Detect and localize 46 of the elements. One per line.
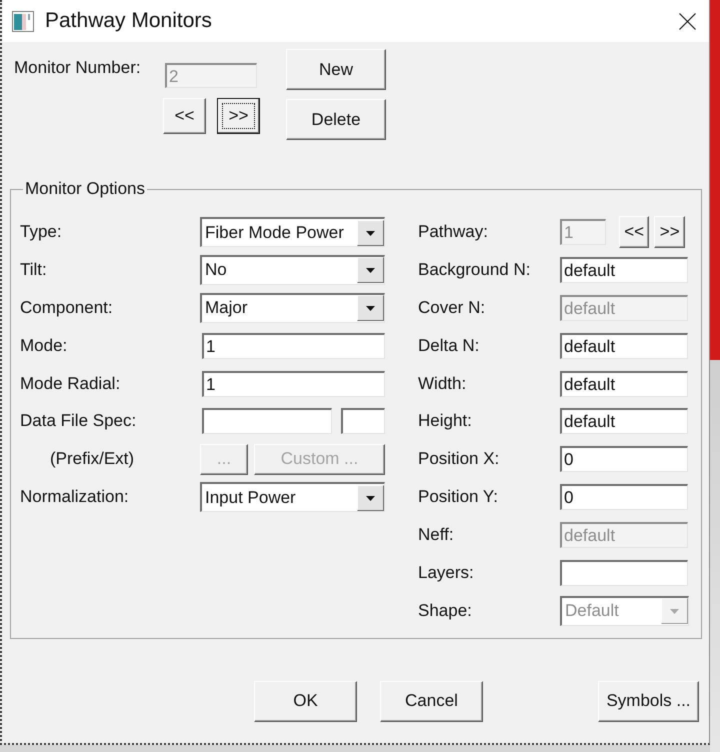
dropdown-arrow-icon[interactable] bbox=[357, 295, 384, 322]
window-title: Pathway Monitors bbox=[45, 9, 212, 33]
dropdown[interactable]: No bbox=[200, 254, 385, 285]
field-label: Tilt: bbox=[20, 260, 47, 280]
text-field[interactable]: 1 bbox=[202, 332, 385, 359]
field-label: Shape: bbox=[418, 600, 472, 621]
symbols-button[interactable]: Symbols ... bbox=[598, 680, 699, 722]
field-label: Monitor Number: bbox=[14, 58, 141, 78]
group-title: Monitor Options bbox=[24, 179, 146, 199]
text-field[interactable]: 0 bbox=[560, 484, 688, 510]
field-label: Delta N: bbox=[418, 336, 480, 356]
field-label: Height: bbox=[418, 411, 472, 432]
cancel-button[interactable]: Cancel bbox=[380, 680, 483, 722]
text-field[interactable]: 1 bbox=[202, 370, 385, 397]
text-field[interactable]: default bbox=[560, 408, 688, 434]
field-label: Position Y: bbox=[418, 487, 498, 508]
field-label: Type: bbox=[20, 222, 62, 242]
text-field[interactable]: default bbox=[560, 256, 688, 283]
field-label: (Prefix/Ext) bbox=[50, 449, 134, 470]
field-label: Layers: bbox=[418, 563, 474, 584]
text-field[interactable]: default bbox=[560, 370, 688, 397]
dropdown[interactable]: Major bbox=[200, 292, 385, 323]
field-label: Cover N: bbox=[418, 298, 486, 318]
field-label: Width: bbox=[418, 374, 466, 394]
dropdown-arrow-icon[interactable] bbox=[357, 257, 384, 284]
field-label: Position X: bbox=[418, 449, 500, 470]
dropdown-arrow-icon[interactable] bbox=[357, 484, 384, 511]
field-label: Data File Spec: bbox=[20, 411, 136, 432]
dropdown[interactable]: Input Power bbox=[200, 482, 385, 512]
field-label: Mode Radial: bbox=[20, 374, 120, 394]
text-field[interactable]: default bbox=[560, 332, 688, 359]
field-label: Pathway: bbox=[418, 222, 488, 242]
dropdown-arrow-icon[interactable] bbox=[357, 220, 384, 246]
field-label: Background N: bbox=[418, 260, 530, 280]
field-label: Component: bbox=[20, 298, 113, 318]
close-icon[interactable] bbox=[679, 12, 696, 30]
window-icon bbox=[12, 10, 34, 32]
ok-button[interactable]: OK bbox=[254, 680, 357, 722]
field-label: Neff: bbox=[418, 525, 454, 546]
text-field[interactable] bbox=[341, 408, 385, 434]
text-field[interactable]: 0 bbox=[560, 446, 688, 472]
field-label: Normalization: bbox=[20, 487, 129, 508]
text-field[interactable] bbox=[560, 560, 688, 586]
field-label: Mode: bbox=[20, 336, 68, 356]
dropdown[interactable]: Fiber Mode Power bbox=[200, 217, 385, 247]
text-field[interactable] bbox=[202, 408, 332, 434]
